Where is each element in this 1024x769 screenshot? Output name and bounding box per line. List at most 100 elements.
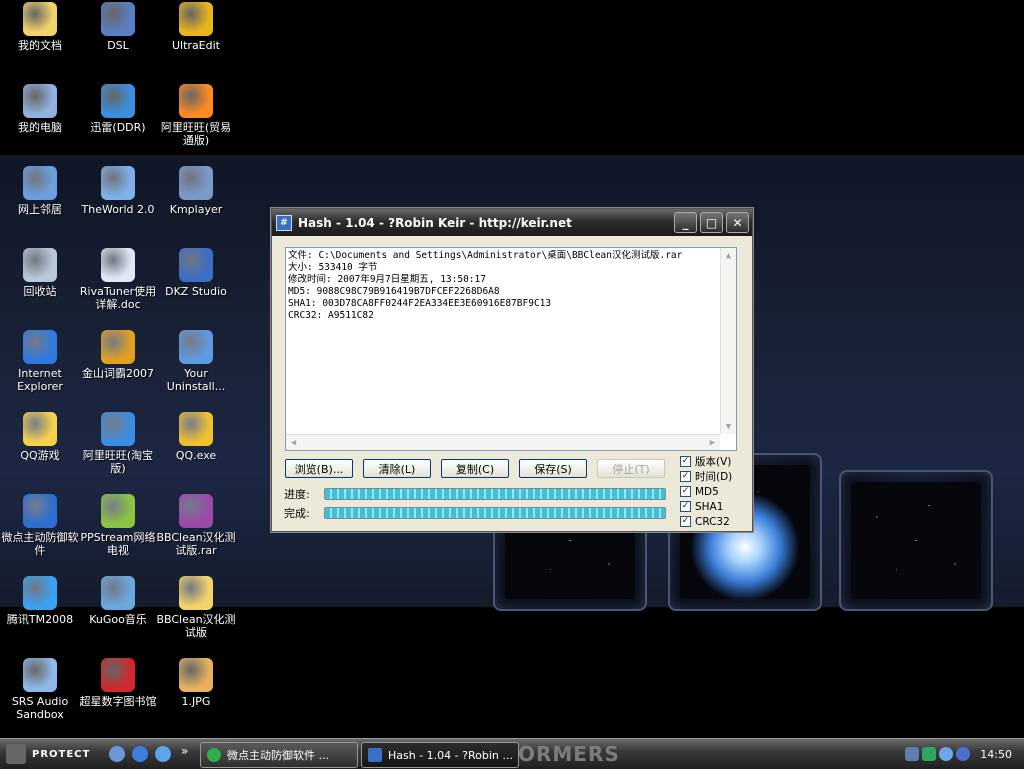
desktop-icon[interactable]: 网上邻居 — [0, 166, 80, 216]
globe-icon — [101, 166, 135, 200]
scroll-right-icon[interactable]: ▶ — [705, 435, 720, 450]
clear-button[interactable]: 清除(L) — [363, 459, 431, 478]
hash-window: # Hash - 1.04 - ?Robin Keir - http://kei… — [271, 208, 753, 532]
scroll-up-icon[interactable]: ▲ — [721, 248, 736, 263]
taobao-wangwang-icon — [101, 412, 135, 446]
desktop-icon-label: 超星数字图书馆 — [79, 695, 157, 708]
quicklaunch-chevron[interactable]: » — [181, 744, 188, 758]
desktop-icon[interactable]: Kmplayer — [156, 166, 236, 216]
desktop-icon[interactable]: 阿里旺旺(淘宝版) — [78, 412, 158, 475]
hash-output-text: 文件: C:\Documents and Settings\Administra… — [288, 250, 720, 322]
checkbox-box[interactable]: ✓ — [680, 486, 691, 497]
option-checkbox[interactable]: ✓ SHA1 — [680, 499, 744, 514]
volume-tray-icon[interactable] — [956, 747, 971, 761]
ppstream-icon — [101, 494, 135, 528]
desktop-icon[interactable]: SRS Audio Sandbox — [0, 658, 80, 721]
desktop-icon[interactable]: Your Uninstall... — [156, 330, 236, 393]
desktop-icon-label: DSL — [107, 39, 129, 52]
network-computer-icon — [101, 2, 135, 36]
taskbar-decoration-text: ORMERS — [518, 742, 620, 766]
desktop-icon[interactable]: 超星数字图书馆 — [78, 658, 158, 708]
desktop-icon[interactable]: 我的文档 — [0, 2, 80, 52]
desktop-icon[interactable]: UltraEdit — [156, 2, 236, 52]
output-line: SHA1: 003D78CA8FF0244F2EA334EE3E60916E87… — [288, 298, 552, 309]
desktop-icon[interactable]: 腾讯TM2008 — [0, 576, 80, 626]
desktop-icon[interactable]: QQ.exe — [156, 412, 236, 462]
desktop-icon[interactable]: DSL — [78, 2, 158, 52]
vertical-scrollbar[interactable]: ▲ ▼ — [720, 248, 736, 434]
minimize-button[interactable]: _ — [674, 212, 697, 233]
checkbox-box[interactable]: ✓ — [680, 516, 691, 527]
desktop-icon[interactable]: BBClean汉化测试版 — [156, 576, 236, 639]
hash-output-textarea[interactable]: 文件: C:\Documents and Settings\Administra… — [285, 247, 737, 451]
thunder-icon — [101, 84, 135, 118]
desktop-icon[interactable]: TheWorld 2.0 — [78, 166, 158, 216]
horizontal-scrollbar[interactable]: ◀ ▶ — [286, 434, 720, 450]
desktop-icon[interactable]: 1.JPG — [156, 658, 236, 708]
checkbox-label: 版本(V) — [695, 456, 732, 468]
hash-options: ✓ 版本(V) ✓ 时间(D) ✓ MD5 ✓ SHA1 ✓ CRC32 — [680, 454, 744, 529]
task-micropoint[interactable]: 微点主动防御软件 ... — [200, 742, 358, 768]
desktop-icon[interactable]: 我的电脑 — [0, 84, 80, 134]
output-line: 修改时间: 2007年9月7日星期五, 13:50:17 — [288, 274, 486, 285]
checkbox-box[interactable]: ✓ — [680, 471, 691, 482]
desktop-icon-label: Your Uninstall... — [166, 367, 226, 393]
scroll-left-icon[interactable]: ◀ — [286, 435, 301, 450]
checkbox-box[interactable]: ✓ — [680, 456, 691, 467]
option-checkbox[interactable]: ✓ 版本(V) — [680, 454, 744, 469]
checkbox-label: CRC32 — [695, 515, 730, 528]
start-button[interactable]: PROTECT — [6, 743, 90, 765]
complete-label: 完成: — [284, 507, 310, 520]
security-tray-icon[interactable] — [922, 747, 937, 761]
network-tray-icon[interactable] — [905, 747, 920, 761]
output-line: MD5: 9088C98C79B916419B7DFCEF2268D6A8 — [288, 286, 500, 297]
image-file-icon — [179, 658, 213, 692]
qq-tray-icon[interactable] — [939, 747, 954, 761]
save-button[interactable]: 保存(S) — [519, 459, 587, 478]
close-button[interactable]: ✕ — [726, 212, 749, 233]
desktop-icon[interactable]: 金山词霸2007 — [78, 330, 158, 380]
desktop-icon-label: 回收站 — [23, 285, 57, 298]
option-checkbox[interactable]: ✓ MD5 — [680, 484, 744, 499]
wallpaper-panel — [839, 470, 993, 611]
desktop-icon[interactable]: DKZ Studio — [156, 248, 236, 298]
task-hash[interactable]: Hash - 1.04 - ?Robin ... — [361, 742, 519, 768]
media-quicklaunch-icon[interactable] — [155, 746, 171, 762]
window-titlebar[interactable]: # Hash - 1.04 - ?Robin Keir - http://kei… — [272, 209, 752, 236]
output-line: 文件: C:\Documents and Settings\Administra… — [288, 250, 683, 261]
micropoint-icon — [23, 494, 57, 528]
stop-button[interactable]: 停止(T) — [597, 459, 665, 478]
option-checkbox[interactable]: ✓ 时间(D) — [680, 469, 744, 484]
ie-icon — [23, 330, 57, 364]
checkbox-box[interactable]: ✓ — [680, 501, 691, 512]
desktop-icon[interactable]: PPStream网络电视 — [78, 494, 158, 557]
desktop-icon[interactable]: RivaTuner使用详解.doc — [78, 248, 158, 311]
desktop-icon-label: 网上邻居 — [18, 203, 62, 216]
ultraedit-icon — [179, 2, 213, 36]
word-document-icon — [101, 248, 135, 282]
desktop-icon-label: RivaTuner使用详解.doc — [79, 285, 157, 311]
complete-bar — [324, 507, 666, 519]
desktop-icon[interactable]: KuGoo音乐 — [78, 576, 158, 626]
desktop-icon-label: 迅雷(DDR) — [90, 121, 146, 134]
desktop-icon[interactable]: Internet Explorer — [0, 330, 80, 393]
aliwangwang-icon — [179, 84, 213, 118]
option-checkbox[interactable]: ✓ CRC32 — [680, 514, 744, 529]
maximize-button[interactable]: □ — [700, 212, 723, 233]
browse-button[interactable]: 浏览(B)... — [285, 459, 353, 478]
desktop-icon-label: PPStream网络电视 — [80, 531, 156, 557]
ie-quicklaunch-icon[interactable] — [132, 746, 148, 762]
desktop-icon[interactable]: QQ游戏 — [0, 412, 80, 462]
taskbar: PROTECT » 微点主动防御软件 ... Hash - 1.04 - ?Ro… — [0, 738, 1024, 769]
copy-button[interactable]: 复制(C) — [441, 459, 509, 478]
desktop-icon[interactable]: BBClean汉化测试版.rar — [156, 494, 236, 557]
desktop-icon[interactable]: 微点主动防御软件 — [0, 494, 80, 557]
folder-icon — [23, 2, 57, 36]
desktop-icon[interactable]: 迅雷(DDR) — [78, 84, 158, 134]
desktop-icon[interactable]: 阿里旺旺(贸易通版) — [156, 84, 236, 147]
desktop-icon[interactable]: 回收站 — [0, 248, 80, 298]
scroll-down-icon[interactable]: ▼ — [721, 419, 736, 434]
hash-app-icon: # — [276, 214, 292, 231]
show-desktop-icon[interactable] — [109, 746, 125, 762]
start-label: PROTECT — [32, 748, 91, 760]
